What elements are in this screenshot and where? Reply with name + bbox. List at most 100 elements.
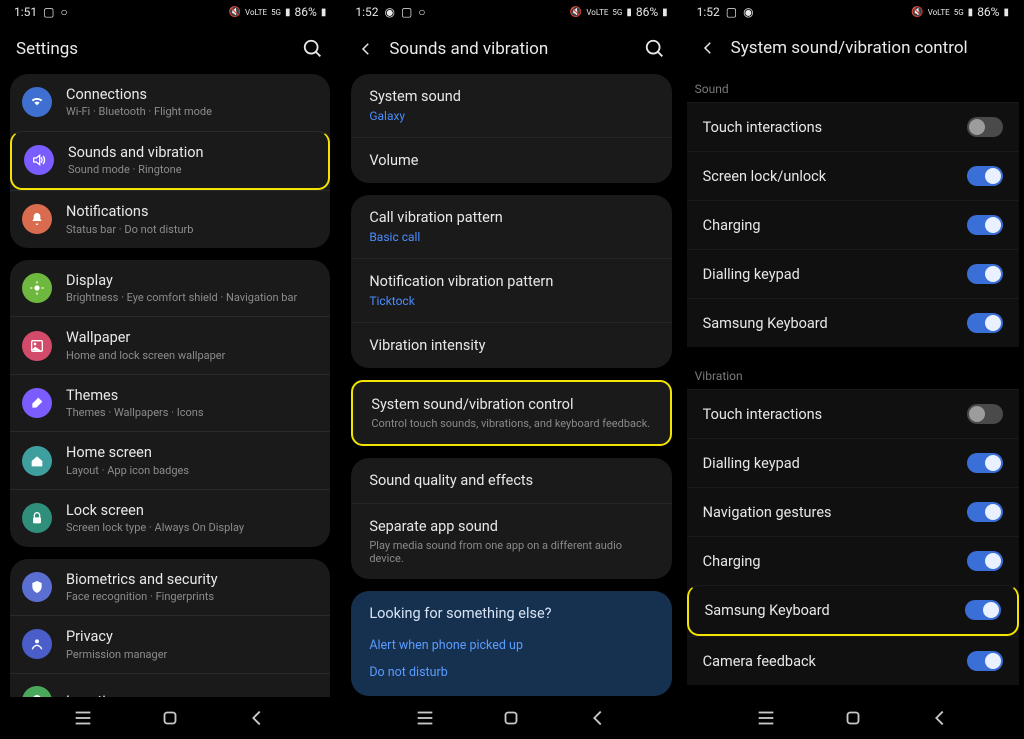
item-subtitle: Themes · Wallpapers · Icons xyxy=(66,406,314,419)
toggle-label: Touch interactions xyxy=(703,406,967,423)
toggle-row-navigation-gestures[interactable]: Navigation gestures xyxy=(687,487,1019,536)
toggle-switch[interactable] xyxy=(967,551,1003,571)
toggle-switch[interactable] xyxy=(967,502,1003,522)
toggle-switch[interactable] xyxy=(967,166,1003,186)
sounds-item-system-sound-vibration-control[interactable]: System sound/vibration controlControl to… xyxy=(353,382,669,444)
settings-item-location[interactable]: Location xyxy=(10,673,330,697)
settings-item-privacy[interactable]: PrivacyPermission manager xyxy=(10,615,330,673)
sounds-item-notification-vibration-pattern[interactable]: Notification vibration patternTicktock xyxy=(351,258,671,322)
settings-item-biometrics-and-security[interactable]: Biometrics and securityFace recognition … xyxy=(10,559,330,616)
item-labels: Location xyxy=(66,693,314,697)
settings-item-wallpaper[interactable]: WallpaperHome and lock screen wallpaper xyxy=(10,316,330,374)
item-title: Sound quality and effects xyxy=(369,472,653,489)
icon-chat: ◉ xyxy=(384,5,394,19)
home-button[interactable] xyxy=(842,707,864,729)
toggle-row-dialling-keypad[interactable]: Dialling keypad xyxy=(687,249,1019,298)
home-button[interactable] xyxy=(159,707,181,729)
toggle-row-touch-interactions[interactable]: Touch interactions xyxy=(687,389,1019,438)
pin-icon xyxy=(22,686,52,697)
toggle-row-touch-interactions[interactable]: Touch interactions xyxy=(687,102,1019,151)
toggle-row-samsung-keyboard[interactable]: Samsung Keyboard xyxy=(687,298,1019,347)
item-title: Volume xyxy=(369,152,653,169)
toggle-switch[interactable] xyxy=(967,404,1003,424)
settings-item-home-screen[interactable]: Home screen Layout · App icon badges xyxy=(10,431,330,489)
page-title: Settings xyxy=(16,39,288,59)
toggle-row-samsung-keyboard[interactable]: Samsung Keyboard xyxy=(687,585,1019,636)
toggle-switch[interactable] xyxy=(967,215,1003,235)
item-subtitle: Layout · App icon badges xyxy=(66,464,314,477)
sounds-item-volume[interactable]: Volume xyxy=(351,137,671,183)
settings-item-connections[interactable]: ConnectionsWi-Fi · Bluetooth · Flight mo… xyxy=(10,74,330,131)
settings-item-lock-screen[interactable]: Lock screenScreen lock type · Always On … xyxy=(10,489,330,547)
sounds-item-vibration-intensity[interactable]: Vibration intensity xyxy=(351,322,671,368)
recents-button[interactable] xyxy=(414,707,436,729)
header: System sound/vibration control xyxy=(683,24,1023,72)
toggle-row-charging[interactable]: Charging xyxy=(687,200,1019,249)
toggle-switch[interactable] xyxy=(965,600,1001,620)
icon-notif: ○ xyxy=(418,5,425,19)
settings-item-themes[interactable]: ThemesThemes · Wallpapers · Icons xyxy=(10,374,330,432)
item-title: Notification vibration pattern xyxy=(369,273,653,290)
icon-chat: ◉ xyxy=(743,5,753,19)
item-subtitle: Brightness · Eye comfort shield · Naviga… xyxy=(66,291,314,304)
item-labels: Home screen Layout · App icon badges xyxy=(66,444,314,477)
battery-text: 86% xyxy=(977,5,999,19)
sun-icon xyxy=(22,273,52,303)
looking-title: Looking for something else? xyxy=(369,605,653,622)
toggle-row-charging[interactable]: Charging xyxy=(687,536,1019,585)
back-button[interactable] xyxy=(929,707,951,729)
toggle-switch[interactable] xyxy=(967,117,1003,137)
recents-button[interactable] xyxy=(72,707,94,729)
search-icon[interactable] xyxy=(644,38,666,60)
looking-link[interactable]: Alert when phone picked up xyxy=(369,632,653,659)
volte-icon: VoLTE xyxy=(245,8,267,17)
navbar xyxy=(0,697,340,739)
toggle-switch[interactable] xyxy=(967,453,1003,473)
toggle-switch[interactable] xyxy=(967,651,1003,671)
recents-button[interactable] xyxy=(755,707,777,729)
toggle-row-camera-feedback[interactable]: Camera feedback xyxy=(687,636,1019,685)
settings-item-display[interactable]: Display Brightness · Eye comfort shield ·… xyxy=(10,260,330,317)
back-icon[interactable] xyxy=(699,39,717,57)
status-time: 1:52 xyxy=(697,5,720,19)
search-icon[interactable] xyxy=(302,38,324,60)
item-title: Display xyxy=(66,272,314,289)
lock-icon xyxy=(22,503,52,533)
toggle-row-screen-lock-unlock[interactable]: Screen lock/unlock xyxy=(687,151,1019,200)
status-time: 1:51 xyxy=(14,5,37,19)
toggle-switch[interactable] xyxy=(967,264,1003,284)
toggle-list[interactable]: SoundTouch interactionsScreen lock/unloc… xyxy=(683,72,1023,697)
settings-list[interactable]: ConnectionsWi-Fi · Bluetooth · Flight mo… xyxy=(0,74,340,697)
settings-item-sounds-and-vibration[interactable]: Sounds and vibrationSound mode · Rington… xyxy=(10,131,330,191)
home-button[interactable] xyxy=(500,707,522,729)
looking-for-card: Looking for something else? Alert when ph… xyxy=(351,591,671,696)
status-bar: 1:52 ▢ ◉ 🔇 VoLTE 5G ▮ 86% ▮ xyxy=(683,0,1023,24)
battery-icon: ▮ xyxy=(1003,7,1009,18)
back-icon[interactable] xyxy=(357,40,375,58)
toggle-switch[interactable] xyxy=(967,313,1003,333)
wallpaper-icon xyxy=(22,331,52,361)
toggle-row-dialling-keypad[interactable]: Dialling keypad xyxy=(687,438,1019,487)
sounds-item-sound-quality-and-effects[interactable]: Sound quality and effects xyxy=(351,458,671,503)
header: Settings xyxy=(0,24,340,74)
item-labels: PrivacyPermission manager xyxy=(66,628,314,661)
bell-icon xyxy=(22,204,52,234)
item-value: Galaxy xyxy=(369,109,653,123)
sounds-item-call-vibration-pattern[interactable]: Call vibration patternBasic call xyxy=(351,195,671,258)
section-label: Sound xyxy=(687,72,1019,102)
back-button[interactable] xyxy=(246,707,268,729)
sounds-list[interactable]: System soundGalaxy Volume Call vibration p… xyxy=(341,74,681,697)
item-title: Call vibration pattern xyxy=(369,209,653,226)
sounds-item-separate-app-sound[interactable]: Separate app soundPlay media sound from … xyxy=(351,503,671,579)
settings-group: Display Brightness · Eye comfort shield ·… xyxy=(10,260,330,547)
mute-icon: 🔇 xyxy=(911,7,923,18)
sounds-item-system-sound[interactable]: System soundGalaxy xyxy=(351,74,671,137)
looking-link[interactable]: Do not disturb xyxy=(369,659,653,686)
phone-system-sound: 1:52 ▢ ◉ 🔇 VoLTE 5G ▮ 86% ▮ System sound… xyxy=(683,0,1024,739)
volte-icon: VoLTE xyxy=(928,8,950,17)
item-title: Home screen xyxy=(66,444,314,461)
back-button[interactable] xyxy=(587,707,609,729)
icon-image: ▢ xyxy=(401,5,412,19)
settings-item-notifications[interactable]: NotificationsStatus bar · Do not disturb xyxy=(10,190,330,248)
item-title: Notifications xyxy=(66,203,314,220)
